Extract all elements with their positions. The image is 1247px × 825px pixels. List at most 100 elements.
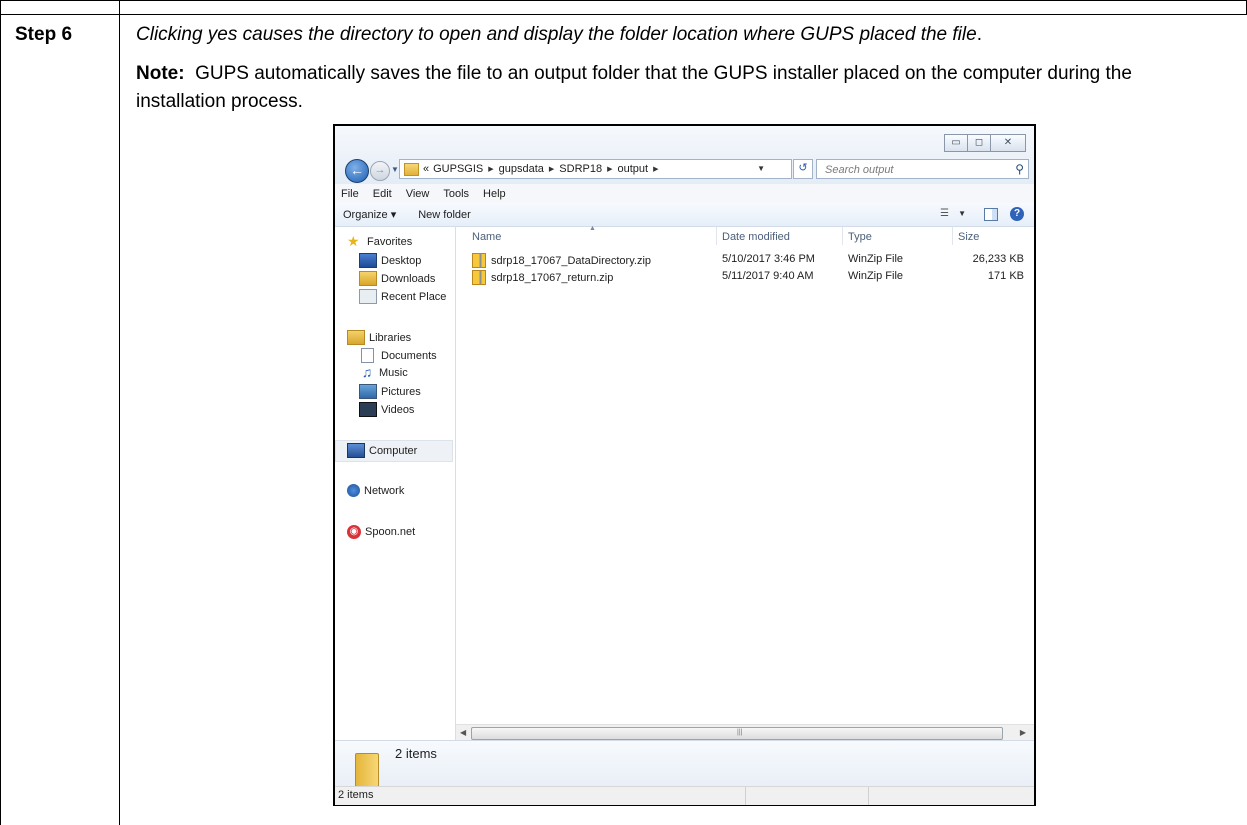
file-name-cell[interactable]: sdrp18_17067_return.zip — [472, 270, 613, 285]
maximize-button[interactable]: ◻ — [968, 134, 991, 152]
chevron-right-icon[interactable]: ▶ — [549, 165, 554, 173]
nav-label: Favorites — [367, 235, 413, 248]
file-type: WinZip File — [848, 253, 904, 265]
document-page: Step 6 Clicking yes causes the directory… — [0, 0, 1247, 825]
status-item-count: 2 items — [338, 789, 374, 801]
nav-music[interactable]: ♫ Music — [359, 365, 408, 379]
file-name: sdrp18_17067_DataDirectory.zip — [491, 254, 651, 267]
table-row-divider — [0, 0, 1247, 1]
nav-desktop[interactable]: Desktop — [359, 253, 421, 268]
forward-arrow-icon[interactable]: → — [370, 161, 390, 181]
minimize-button[interactable]: ▭ — [944, 134, 968, 152]
sort-ascending-icon: ▲ — [589, 225, 596, 232]
status-divider — [868, 787, 869, 805]
nav-label: Recent Place — [381, 290, 447, 303]
step-instruction-text: Clicking yes causes the directory to ope… — [136, 24, 977, 45]
command-bar: Organize ▾ New folder ☰ ▼ ? — [335, 203, 1034, 227]
search-icon[interactable]: ⚲ — [1015, 162, 1024, 176]
breadcrumb-gupsgis[interactable]: GUPSGIS — [433, 163, 483, 175]
details-pane: 2 items — [335, 740, 1034, 787]
details-item-count: 2 items — [395, 746, 437, 761]
column-header-type[interactable]: Type — [848, 231, 872, 243]
column-header-name[interactable]: Name — [472, 231, 501, 243]
desktop-icon — [359, 253, 377, 268]
nav-computer[interactable]: Computer — [347, 443, 417, 458]
status-divider — [745, 787, 746, 805]
file-row[interactable]: sdrp18_17067_return.zip 5/11/2017 9:40 A… — [456, 269, 1034, 286]
recent-pages-dropdown-icon[interactable]: ▼ — [391, 165, 399, 174]
column-divider[interactable] — [716, 227, 717, 245]
close-button[interactable]: ✕ — [991, 134, 1026, 152]
step-note: Note: GUPS automatically saves the file … — [136, 60, 1226, 116]
libraries-icon — [347, 330, 365, 345]
table-row-divider — [0, 14, 1247, 15]
file-row[interactable]: sdrp18_17067_DataDirectory.zip 5/10/2017… — [456, 252, 1034, 269]
nav-label: Spoon.net — [365, 526, 416, 538]
menu-edit[interactable]: Edit — [373, 188, 392, 200]
breadcrumb-overflow[interactable]: « — [423, 163, 429, 175]
scroll-thumb[interactable]: ||| — [471, 727, 1003, 740]
horizontal-scrollbar[interactable]: ◀ ||| ▶ — [456, 724, 1034, 741]
menu-bar: File Edit View Tools Help — [335, 184, 1034, 203]
table-column-divider — [119, 0, 120, 825]
recent-places-icon — [359, 289, 377, 304]
column-header-size[interactable]: Size — [958, 231, 979, 243]
menu-tools[interactable]: Tools — [443, 188, 469, 200]
file-name: sdrp18_17067_return.zip — [491, 271, 614, 284]
file-list: Name ▲ Date modified Type Size sdrp18_17… — [456, 225, 1034, 724]
step-label: Step 6 — [15, 24, 73, 45]
nav-label: Videos — [381, 403, 415, 416]
search-input[interactable] — [823, 161, 997, 179]
file-size: 26,233 KB — [972, 253, 1024, 265]
status-bar: 2 items — [335, 786, 1034, 805]
menu-view[interactable]: View — [406, 188, 430, 200]
table-left-border — [0, 0, 1, 825]
menu-file[interactable]: File — [341, 188, 359, 200]
winzip-file-icon — [472, 270, 486, 285]
nav-documents[interactable]: Documents — [359, 348, 437, 363]
file-size: 171 KB — [987, 270, 1024, 282]
nav-downloads[interactable]: Downloads — [359, 271, 435, 286]
computer-icon — [347, 443, 365, 458]
folder-icon — [404, 162, 419, 176]
breadcrumb-output[interactable]: output — [617, 163, 648, 175]
nav-spoon-net[interactable]: ◉ Spoon.net — [347, 525, 415, 539]
chevron-right-icon[interactable]: ▶ — [607, 165, 612, 173]
refresh-icon[interactable]: ↺ — [793, 159, 813, 179]
nav-label: Libraries — [369, 331, 412, 344]
scroll-right-icon[interactable]: ▶ — [1020, 728, 1026, 737]
address-dropdown-icon[interactable]: ▼ — [757, 164, 765, 173]
address-bar[interactable]: « GUPSGIS ▶ gupsdata ▶ SDRP18 ▶ output ▶… — [399, 159, 792, 179]
nav-libraries[interactable]: Libraries — [347, 330, 411, 345]
organize-button[interactable]: Organize ▾ — [343, 208, 396, 221]
star-icon: ★ — [347, 233, 360, 249]
back-arrow-icon[interactable]: ← — [345, 159, 369, 183]
chevron-right-icon[interactable]: ▶ — [488, 165, 493, 173]
file-date: 5/11/2017 9:40 AM — [722, 270, 814, 282]
scroll-left-icon[interactable]: ◀ — [460, 728, 466, 737]
nav-network[interactable]: Network — [347, 484, 404, 497]
file-name-cell[interactable]: sdrp18_17067_DataDirectory.zip — [472, 253, 651, 268]
nav-label: Downloads — [381, 272, 436, 285]
search-box[interactable]: ⚲ — [816, 159, 1029, 179]
view-dropdown-icon[interactable]: ▼ — [958, 209, 966, 218]
breadcrumb-gupsdata[interactable]: gupsdata — [499, 163, 544, 175]
nav-recent-places[interactable]: Recent Place — [359, 289, 446, 304]
column-divider[interactable] — [842, 227, 843, 245]
change-view-icon[interactable]: ☰ — [940, 208, 952, 220]
nav-favorites[interactable]: ★ Favorites — [347, 233, 413, 249]
breadcrumb-sdrp18[interactable]: SDRP18 — [559, 163, 602, 175]
winzip-file-icon — [472, 253, 486, 268]
step-instruction: Clicking yes causes the directory to ope… — [136, 24, 982, 46]
column-divider[interactable] — [952, 227, 953, 245]
chevron-right-icon[interactable]: ▶ — [653, 165, 658, 173]
window-controls: ▭ ◻ ✕ — [944, 134, 1026, 152]
nav-label: Desktop — [381, 254, 422, 267]
help-icon[interactable]: ? — [1010, 207, 1024, 221]
nav-pictures[interactable]: Pictures — [359, 384, 421, 399]
menu-help[interactable]: Help — [483, 188, 506, 200]
new-folder-button[interactable]: New folder — [418, 209, 471, 221]
column-header-date-modified[interactable]: Date modified — [722, 231, 790, 243]
nav-videos[interactable]: Videos — [359, 402, 414, 417]
preview-pane-icon[interactable] — [984, 208, 998, 221]
